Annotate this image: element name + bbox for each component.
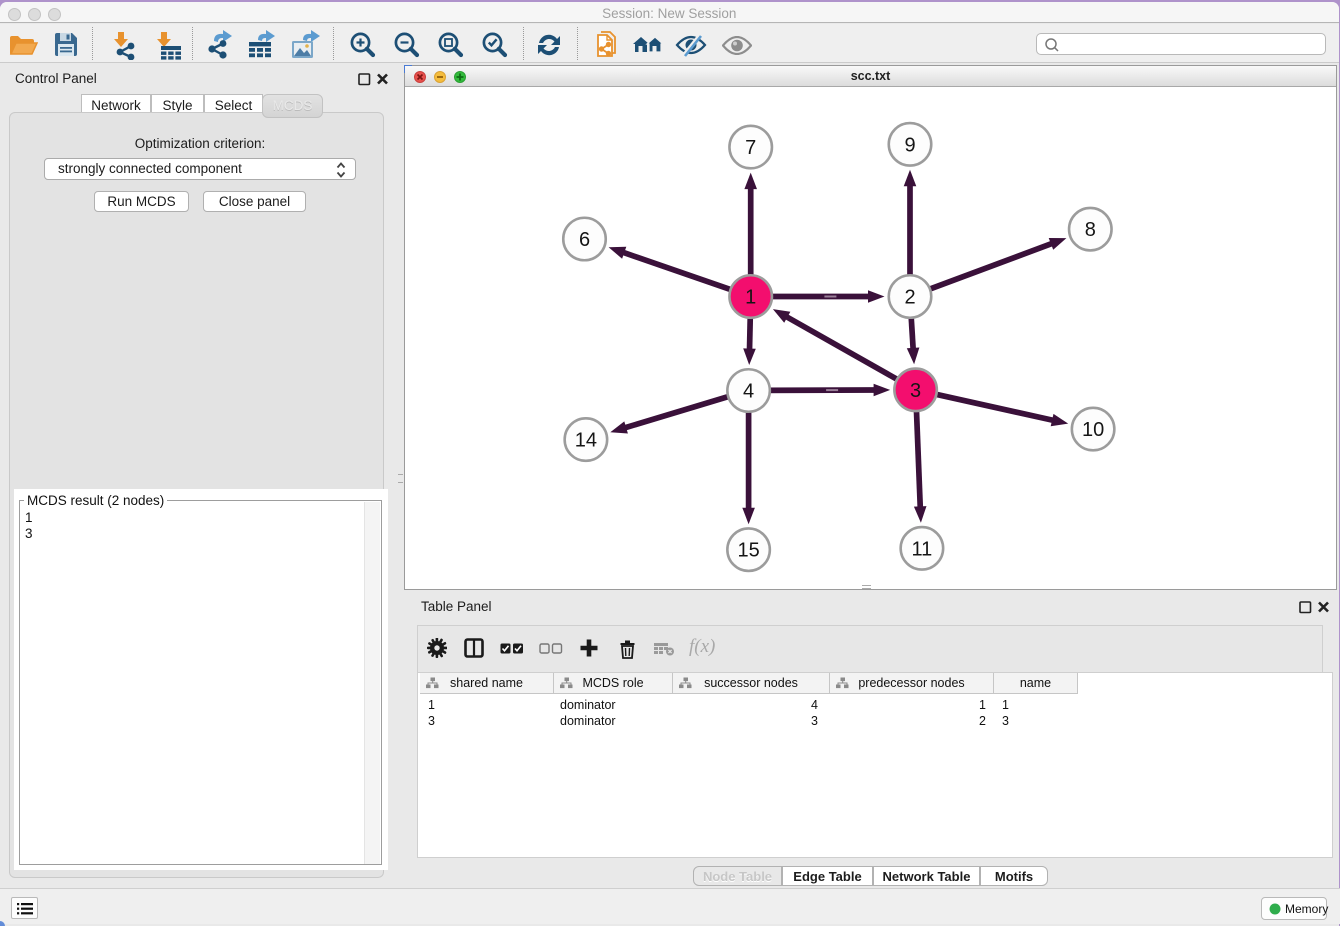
svg-text:10: 10: [1082, 419, 1104, 441]
svg-text:9: 9: [904, 134, 915, 156]
svg-text:7: 7: [745, 137, 756, 159]
svg-text:2: 2: [904, 287, 915, 309]
svg-text:6: 6: [579, 229, 590, 251]
svg-text:15: 15: [737, 540, 759, 562]
svg-text:14: 14: [575, 430, 597, 452]
svg-text:11: 11: [912, 538, 933, 560]
svg-text:4: 4: [743, 381, 754, 403]
svg-text:8: 8: [1085, 219, 1096, 241]
svg-text:3: 3: [910, 380, 921, 402]
svg-text:1: 1: [745, 287, 756, 309]
